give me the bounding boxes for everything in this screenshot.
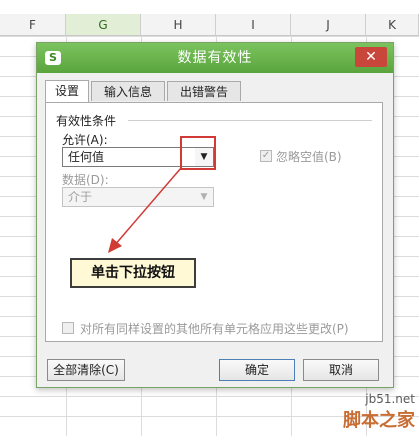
arrow-line: [113, 167, 182, 247]
annotation-arrow: [108, 167, 182, 253]
site-watermark: jb51.net 脚本之家: [343, 392, 415, 432]
watermark-url: jb51.net: [365, 392, 415, 406]
tab-settings[interactable]: 设置: [45, 80, 89, 102]
click-dropdown-callout: 单击下拉按钮: [70, 258, 196, 288]
watermark-name: 脚本之家: [343, 410, 415, 431]
